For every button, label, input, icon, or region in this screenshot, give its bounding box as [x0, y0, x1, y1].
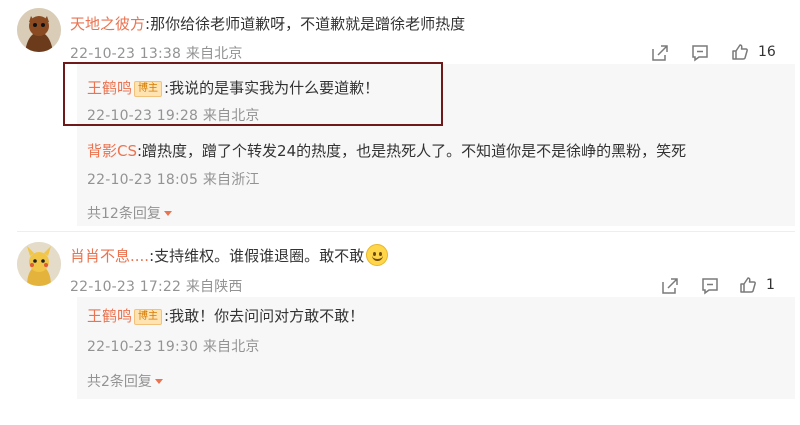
reply-body: :我敢！你去问问对方敢不敢！: [164, 307, 365, 325]
highlight-box: [63, 62, 443, 126]
more-replies-link[interactable]: 共12条回复: [87, 203, 172, 223]
username-link[interactable]: 天地之彼方: [70, 15, 145, 33]
like-count: 16: [758, 44, 776, 60]
timestamp: 22-10-23 19:30: [87, 339, 199, 355]
comment-body: :那你给徐老师道歉呀，不道歉就是蹭徐老师热度: [145, 15, 466, 33]
like-count: 1: [766, 277, 775, 293]
reply-text: 王鹤鸣 博主:我敢！你去问问对方敢不敢！: [87, 306, 364, 326]
author-badge: 博主: [134, 309, 163, 325]
avatar[interactable]: [17, 8, 61, 52]
more-replies-label: 共2条回复: [87, 374, 152, 390]
username-link[interactable]: 背影CS: [87, 142, 137, 160]
location: 来自浙江: [202, 172, 260, 188]
comment-body: :支持维权。谁假谁退圈。敢不敢: [149, 247, 365, 265]
comment-icon[interactable]: [690, 43, 710, 63]
chevron-down-icon: [154, 379, 163, 384]
more-replies-link[interactable]: 共2条回复: [87, 371, 163, 391]
timestamp: 22-10-23 18:05: [87, 172, 199, 188]
timestamp: 22-10-23 17:22: [70, 279, 182, 295]
divider: [17, 231, 795, 232]
smile-emoji-icon: [366, 244, 389, 266]
timestamp: 22-10-23 13:38: [70, 46, 182, 62]
comment-text: 天地之彼方:那你给徐老师道歉呀，不道歉就是蹭徐老师热度: [70, 14, 465, 34]
comment-text: 肖肖不息....:支持维权。谁假谁退圈。敢不敢: [70, 244, 389, 266]
username-link[interactable]: 肖肖不息....: [70, 247, 149, 265]
location: 来自陕西: [185, 279, 243, 295]
comment-meta: 22-10-23 13:38 来自北京: [70, 43, 243, 63]
more-replies-label: 共12条回复: [87, 206, 161, 222]
share-icon[interactable]: [650, 43, 670, 63]
location: 来自北京: [202, 339, 260, 355]
reply-meta: 22-10-23 18:05 来自浙江: [87, 169, 260, 189]
comment-icon[interactable]: [700, 276, 720, 296]
username-link[interactable]: 王鹤鸣: [87, 307, 132, 325]
reply-meta: 22-10-23 19:30 来自北京: [87, 336, 260, 356]
comment-meta: 22-10-23 17:22 来自陕西: [70, 276, 243, 296]
location: 来自北京: [185, 46, 243, 62]
share-icon[interactable]: [660, 276, 680, 296]
avatar[interactable]: [17, 242, 61, 286]
like-icon[interactable]: [738, 275, 758, 295]
like-icon[interactable]: [730, 42, 750, 62]
reply-text: 背影CS:蹭热度，蹭了个转发24的热度，也是热死人了。不知道你是不是徐峥的黑粉，…: [87, 141, 686, 161]
chevron-down-icon: [163, 211, 172, 216]
reply-body: :蹭热度，蹭了个转发24的热度，也是热死人了。不知道你是不是徐峥的黑粉，笑死: [137, 142, 687, 160]
